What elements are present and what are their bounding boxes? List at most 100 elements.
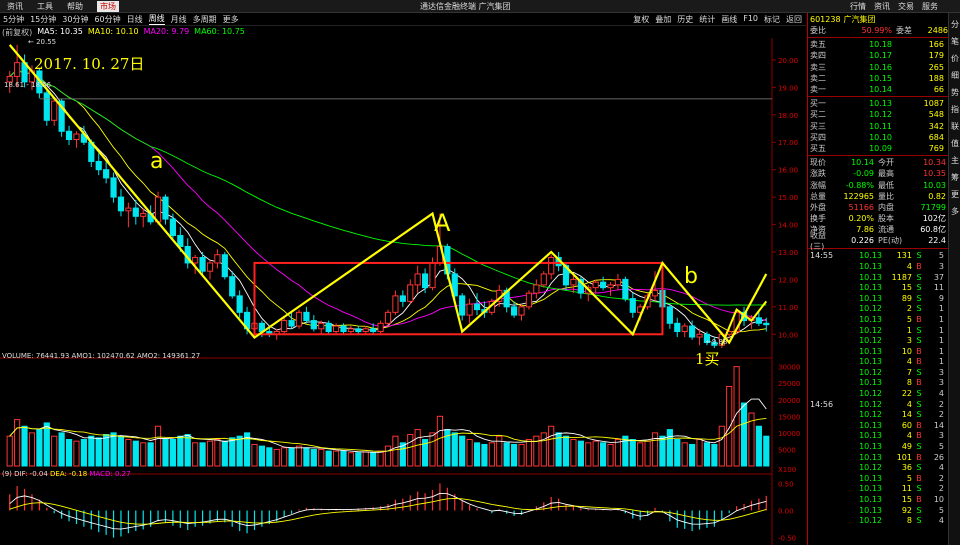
tick-row: 10.12 7 S 3 — [808, 367, 948, 378]
tick-row: 10.13 5 B 2 — [808, 473, 948, 484]
ma10-value: MA10: 10.10 — [87, 27, 139, 36]
period-30min[interactable]: 30分钟 — [62, 14, 88, 25]
ask-book: 卖五 10.18 166 卖四 10.17 179 卖三 10.16 265 卖二 10.15 188… — [808, 39, 948, 95]
period-weekly[interactable]: 周线 — [148, 13, 165, 25]
nav-news[interactable]: 资讯 — [874, 1, 890, 12]
ask-row: 卖二 10.15 188 — [808, 73, 948, 84]
ask-row: 卖一 10.14 66 — [808, 84, 948, 95]
period-60min[interactable]: 60分钟 — [94, 14, 120, 25]
volume-bar — [303, 447, 310, 467]
period-daily[interactable]: 日线 — [127, 14, 143, 25]
tick-row: 10.12 2 S 1 — [808, 304, 948, 315]
kline-chart[interactable]: 20.00 19.00 18.00 17.00 16.00 15.00 14.00 13.00… — [0, 38, 806, 545]
tick-list[interactable]: 14:55 10.13 131 S 5 10.13 4 B 3 10.13 1187 S 37 10.13… — [808, 251, 948, 526]
quote-stats: 现价 10.14 今开 10.34 涨跌 -0.09 最高 10.35 涨幅 -0.88% 最低 10… — [808, 157, 948, 251]
candle-body — [95, 160, 102, 171]
tick-price: 10.13 — [859, 272, 882, 282]
tool-adjust[interactable]: 复权 — [633, 14, 649, 25]
level-volume: 179 — [928, 51, 944, 61]
tick-row: 10.12 3 S 1 — [808, 335, 948, 346]
menu-item-tools[interactable]: 工具 — [37, 1, 53, 12]
tool-history[interactable]: 历史 — [677, 14, 693, 25]
tool-back[interactable]: 返回 — [786, 14, 802, 25]
tick-row: 10.12 1 S 1 — [808, 325, 948, 336]
y-tick-label: 12.00 — [778, 276, 798, 284]
period-5min[interactable]: 5分钟 — [3, 14, 24, 25]
volume-bar — [28, 432, 36, 467]
tick-side: S — [916, 484, 922, 494]
candle-body — [429, 262, 436, 289]
menu-item-news[interactable]: 资讯 — [7, 1, 23, 12]
candle-body — [592, 281, 599, 289]
tool-draw[interactable]: 画线 — [721, 14, 737, 25]
period-multi[interactable]: 多周期 — [193, 14, 217, 25]
top-right-nav: 行情 资讯 交易 服务 — [850, 1, 938, 12]
volume-bar — [503, 442, 510, 467]
volume-bar — [651, 432, 659, 467]
side-tab[interactable]: 笔 — [949, 36, 960, 47]
period-monthly[interactable]: 月线 — [171, 14, 187, 25]
menu-item-market[interactable]: 市场 — [97, 0, 119, 12]
volume-bar — [370, 452, 377, 467]
side-tab[interactable]: 联 — [949, 121, 960, 132]
side-tab[interactable]: 价 — [949, 53, 960, 64]
tick-count: 4 — [938, 463, 944, 473]
tick-row: 10.13 15 B 10 — [808, 494, 948, 505]
tick-count: 3 — [938, 367, 944, 377]
side-tab[interactable]: 势 — [949, 87, 960, 98]
level-label: 卖二 — [810, 73, 826, 83]
side-tab[interactable]: 主 — [949, 155, 960, 166]
side-tab[interactable]: 多 — [949, 206, 960, 217]
period-15min[interactable]: 15分钟 — [30, 14, 56, 25]
side-tab[interactable]: 更 — [949, 189, 960, 200]
side-tab[interactable]: 值 — [949, 138, 960, 149]
y-tick-label: 14.00 — [778, 222, 798, 230]
side-tab[interactable]: 筹 — [949, 172, 960, 183]
level-volume: 265 — [928, 62, 944, 72]
candle-body — [600, 281, 607, 289]
y-tick-label: 11.00 — [778, 304, 798, 312]
tick-side: S — [916, 251, 922, 261]
candle-body — [473, 303, 481, 311]
ma60-line — [9, 68, 767, 306]
tick-count: 10 — [933, 495, 944, 505]
menu-item-help[interactable]: 帮助 — [67, 1, 83, 12]
period-more[interactable]: 更多 — [223, 14, 239, 25]
side-tab[interactable]: 指 — [949, 104, 960, 115]
tick-price: 10.12 — [859, 367, 882, 377]
tick-count: 1 — [938, 314, 944, 324]
bid-row: 买二 10.12 548 — [808, 109, 948, 120]
stat-label: 外盘 — [810, 202, 826, 212]
side-tab[interactable]: 分 — [949, 19, 960, 30]
ma60-value: MA60: 10.75 — [194, 27, 245, 36]
tool-mark[interactable]: 标记 — [764, 14, 780, 25]
nav-trade[interactable]: 交易 — [898, 1, 914, 12]
ma5-value: MA5: 10.35 — [37, 27, 83, 36]
side-tab[interactable]: 细 — [949, 70, 960, 81]
volume-bar — [236, 435, 243, 467]
volume-bar — [681, 442, 688, 467]
volume-bar — [644, 440, 651, 467]
candle-body — [674, 322, 681, 333]
nav-service[interactable]: 服务 — [922, 1, 938, 12]
webi-value: 50.99% — [861, 26, 892, 36]
nav-quotes[interactable]: 行情 — [850, 1, 866, 12]
tool-f10[interactable]: F10 — [743, 14, 758, 25]
stat-label: PE(动) — [878, 236, 903, 246]
volume-bar — [51, 435, 58, 467]
volume-bar — [496, 435, 503, 467]
volume-bar — [570, 439, 577, 467]
level-volume: 1087 — [923, 99, 944, 109]
tick-row: 10.13 5 B 1 — [808, 314, 948, 325]
candle-body — [154, 196, 162, 223]
tick-volume: 89 — [901, 293, 912, 303]
volume-bar — [392, 435, 399, 467]
volume-bar — [481, 443, 488, 467]
tool-overlay[interactable]: 叠加 — [655, 14, 671, 25]
tool-stats[interactable]: 统计 — [699, 14, 715, 25]
macd-legend-item: DEA: -0.18 — [50, 470, 89, 478]
candle-body — [236, 295, 243, 313]
weicha-value: 2486 — [927, 26, 948, 36]
chart-tools: 复权 叠加 历史 统计 画线 F10 标记 返回 — [633, 14, 802, 25]
tick-count: 1 — [938, 357, 944, 367]
